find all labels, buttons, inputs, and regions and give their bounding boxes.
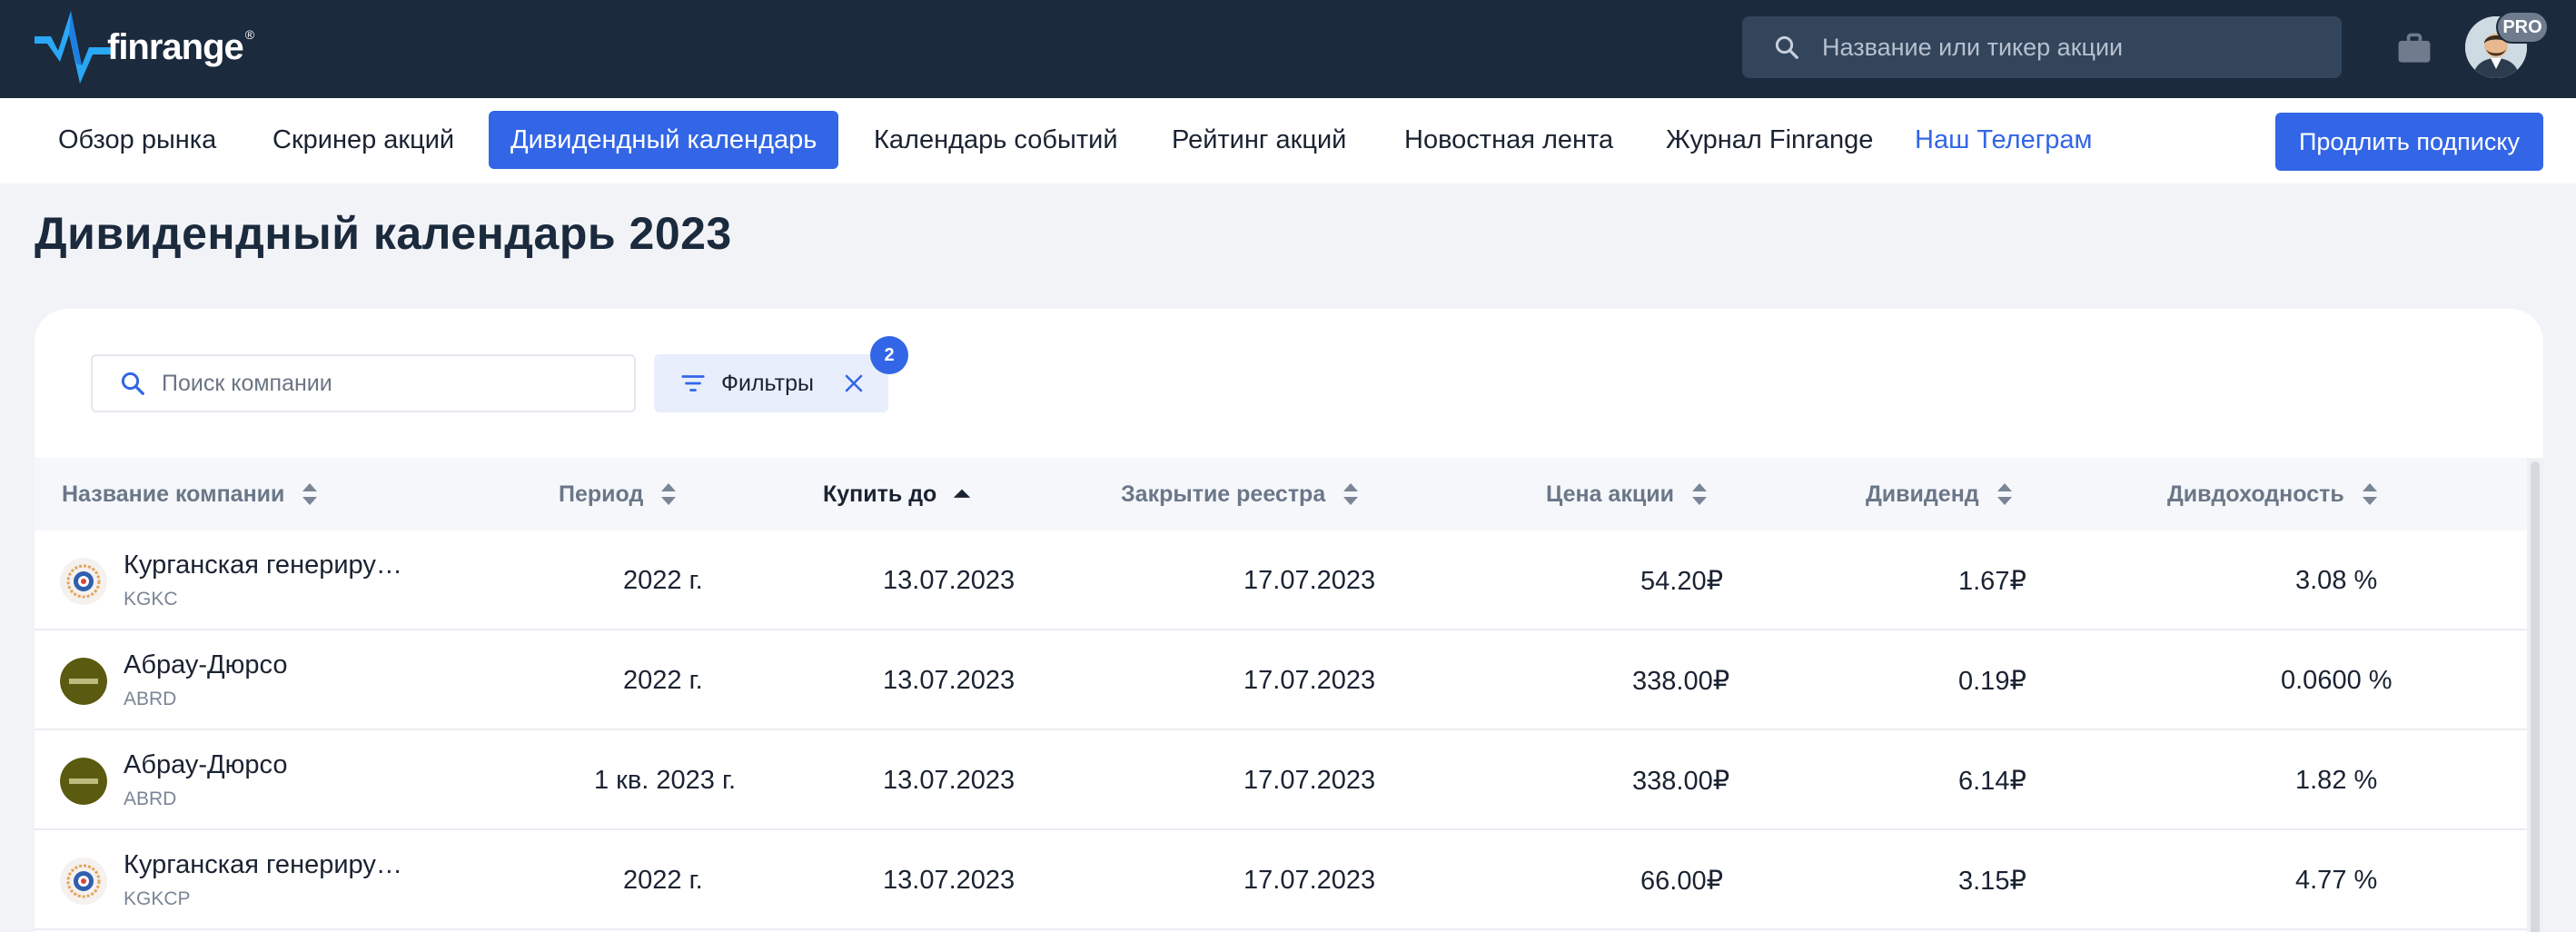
clear-filters-close-icon[interactable] [841, 371, 867, 396]
search-icon [118, 369, 147, 398]
buy-before-cell: 13.07.2023 [883, 565, 1016, 595]
ticker-search[interactable] [1742, 16, 2342, 78]
filters-label: Фильтры [721, 370, 814, 396]
registry-close-cell: 17.07.2023 [1243, 665, 1376, 695]
renew-subscription-button[interactable]: Продлить подписку [2275, 113, 2543, 171]
sort-icon [1996, 480, 2014, 509]
yield-cell: 0.0600 % [2281, 665, 2393, 695]
kurgan-logo-icon [60, 558, 107, 605]
period-cell: 2022 г. [623, 565, 703, 595]
column-header-buy-before[interactable]: Купить до [823, 458, 971, 530]
dividend-table-card: Фильтры 2 Название компании Период Купит… [35, 309, 2543, 932]
yield-cell: 4.77 % [2295, 865, 2378, 895]
filters-button[interactable]: Фильтры [654, 354, 888, 412]
table-row[interactable]: Курганская генериру… KGKCP 2022 г. 13.07… [35, 830, 2527, 930]
column-header-company[interactable]: Название компании [62, 458, 319, 530]
finrange-logo[interactable]: finrange ® [35, 11, 254, 84]
company-search[interactable] [91, 354, 636, 412]
sort-icon [1342, 480, 1360, 509]
nav-item-news-feed[interactable]: Новостная лента [1382, 111, 1635, 169]
nav-item-telegram[interactable]: Наш Телеграм [1893, 111, 2114, 169]
nav-item-events-calendar[interactable]: Календарь событий [852, 111, 1140, 169]
table-row[interactable]: Абрау-Дюрсо ABRD 1 кв. 2023 г. 13.07.202… [35, 730, 2527, 830]
filter-icon [679, 369, 708, 398]
price-cell: 338.00₽ [1632, 766, 1730, 796]
company-ticker: ABRD [124, 788, 177, 809]
company-name[interactable]: Абрау-Дюрсо [124, 750, 288, 780]
registry-close-cell: 17.07.2023 [1243, 865, 1376, 895]
sort-icon [301, 480, 319, 509]
search-icon [1771, 32, 1802, 63]
table-scrollbar-thumb[interactable] [2531, 461, 2540, 932]
period-cell: 2022 г. [623, 665, 703, 695]
price-cell: 338.00₽ [1632, 666, 1730, 696]
column-header-period[interactable]: Период [559, 458, 678, 530]
price-cell: 66.00₽ [1640, 866, 1724, 896]
yield-cell: 1.82 % [2295, 765, 2378, 795]
sort-icon [1690, 480, 1709, 509]
ticker-search-input[interactable] [1822, 33, 2331, 62]
table-row[interactable]: Курганская генериру… KGKC 2022 г. 13.07.… [35, 530, 2527, 630]
dividend-cell: 0.19₽ [1958, 666, 2026, 696]
buy-before-cell: 13.07.2023 [883, 765, 1016, 795]
yield-cell: 3.08 % [2295, 565, 2378, 595]
main-nav: Обзор рынка Скринер акций Дивидендный ка… [0, 98, 2576, 183]
dividend-cell: 6.14₽ [1958, 766, 2026, 796]
abrau-logo-icon [60, 658, 107, 705]
column-header-dividend-yield[interactable]: Дивдоходность [2167, 458, 2379, 530]
nav-item-stock-rating[interactable]: Рейтинг акций [1150, 111, 1368, 169]
company-name[interactable]: Курганская генериру… [124, 850, 402, 880]
nav-item-stock-screener[interactable]: Скринер акций [251, 111, 476, 169]
price-cell: 54.20₽ [1640, 566, 1724, 596]
sort-ascending-icon [953, 480, 971, 509]
column-header-registry-close[interactable]: Закрытие реестра [1121, 458, 1360, 530]
table-row[interactable]: Абрау-Дюрсо ABRD 2022 г. 13.07.2023 17.0… [35, 630, 2527, 730]
portfolio-briefcase-icon[interactable] [2394, 29, 2434, 69]
company-name[interactable]: Курганская генериру… [124, 550, 402, 580]
filters-count-badge: 2 [870, 336, 908, 374]
column-header-dividend[interactable]: Дивиденд [1866, 458, 2014, 530]
company-name[interactable]: Абрау-Дюрсо [124, 650, 288, 680]
nav-item-market-overview[interactable]: Обзор рынка [36, 111, 238, 169]
buy-before-cell: 13.07.2023 [883, 665, 1016, 695]
period-cell: 2022 г. [623, 865, 703, 895]
period-cell: 1 кв. 2023 г. [594, 765, 737, 795]
sort-icon [659, 480, 678, 509]
column-header-share-price[interactable]: Цена акции [1546, 458, 1709, 530]
registry-close-cell: 17.07.2023 [1243, 565, 1376, 595]
company-search-input[interactable] [162, 370, 616, 397]
finrange-logo-icon [35, 11, 111, 84]
table-header: Название компании Период Купить до Закры… [35, 458, 2527, 530]
top-bar: finrange® PRO [0, 0, 2576, 98]
nav-item-dividend-calendar[interactable]: Дивидендный календарь [489, 111, 839, 169]
pro-badge: PRO [2496, 11, 2549, 44]
company-ticker: KGKC [124, 589, 178, 610]
sort-icon [2361, 480, 2379, 509]
brand-registered-mark: ® [244, 26, 254, 42]
nav-item-finrange-journal[interactable]: Журнал Finrange [1644, 111, 1895, 169]
page-title: Дивидендный календарь 2023 [35, 208, 732, 259]
buy-before-cell: 13.07.2023 [883, 865, 1016, 895]
company-ticker: ABRD [124, 689, 177, 709]
dividend-cell: 3.15₽ [1958, 866, 2026, 896]
company-ticker: KGKCP [124, 888, 191, 909]
kurgan-logo-icon [60, 858, 107, 905]
dividend-cell: 1.67₽ [1958, 566, 2026, 596]
brand-name: finrange [107, 26, 244, 67]
registry-close-cell: 17.07.2023 [1243, 765, 1376, 795]
abrau-logo-icon [60, 758, 107, 805]
